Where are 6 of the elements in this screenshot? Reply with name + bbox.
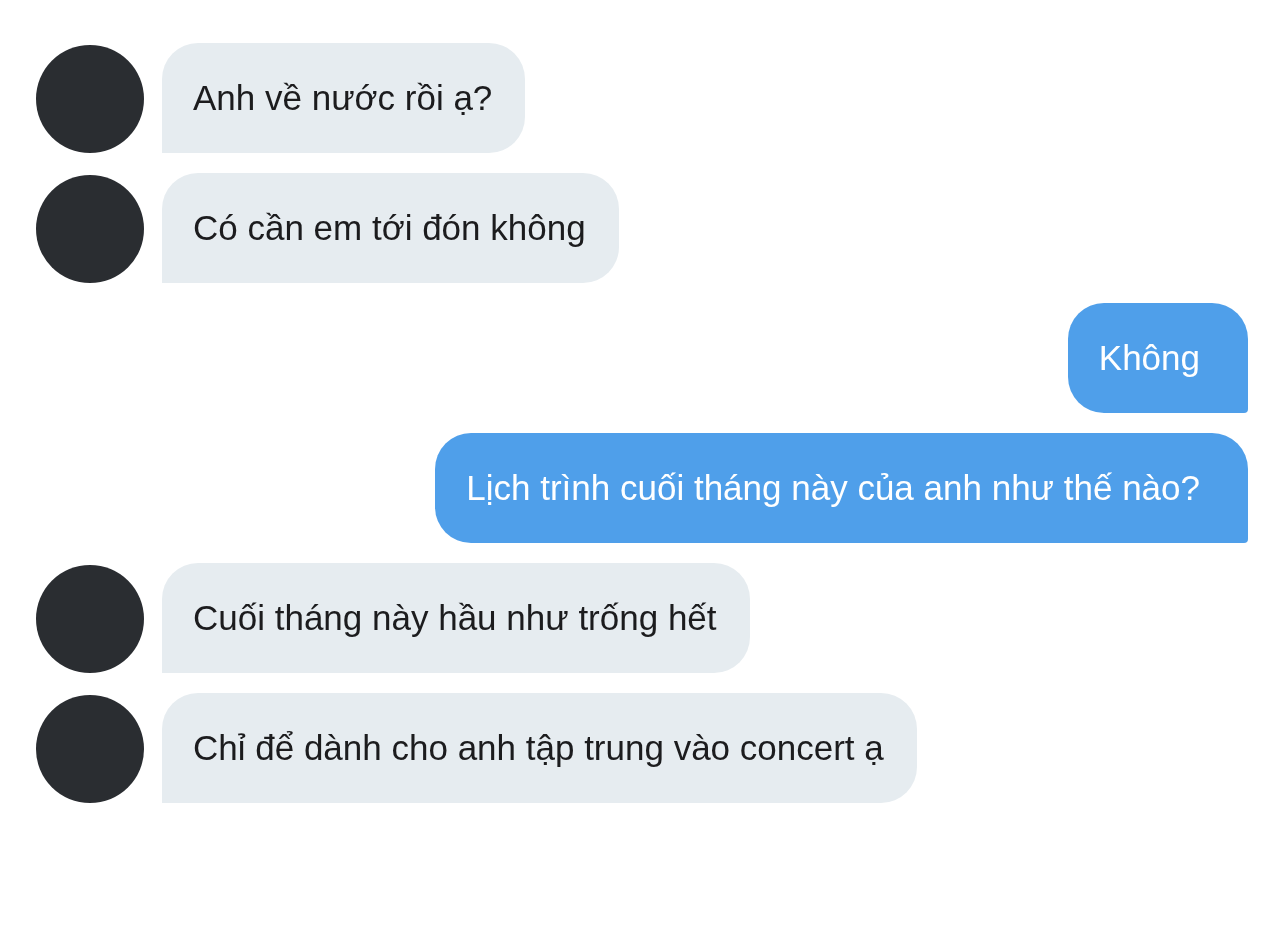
incoming-message-bubble: Anh về nước rồi ạ?	[162, 43, 526, 153]
outgoing-message-bubble: Không	[1067, 303, 1248, 413]
incoming-message-bubble: Có cần em tới đón không	[162, 173, 619, 283]
outgoing-message-bubble: Lịch trình cuối tháng này của anh như thế nào?	[435, 433, 1248, 543]
incoming-message-bubble: Cuối tháng này hầu như trống hết	[162, 563, 750, 673]
incoming-message-bubble: Chỉ để dành cho anh tập trung vào concert ạ	[162, 693, 917, 803]
